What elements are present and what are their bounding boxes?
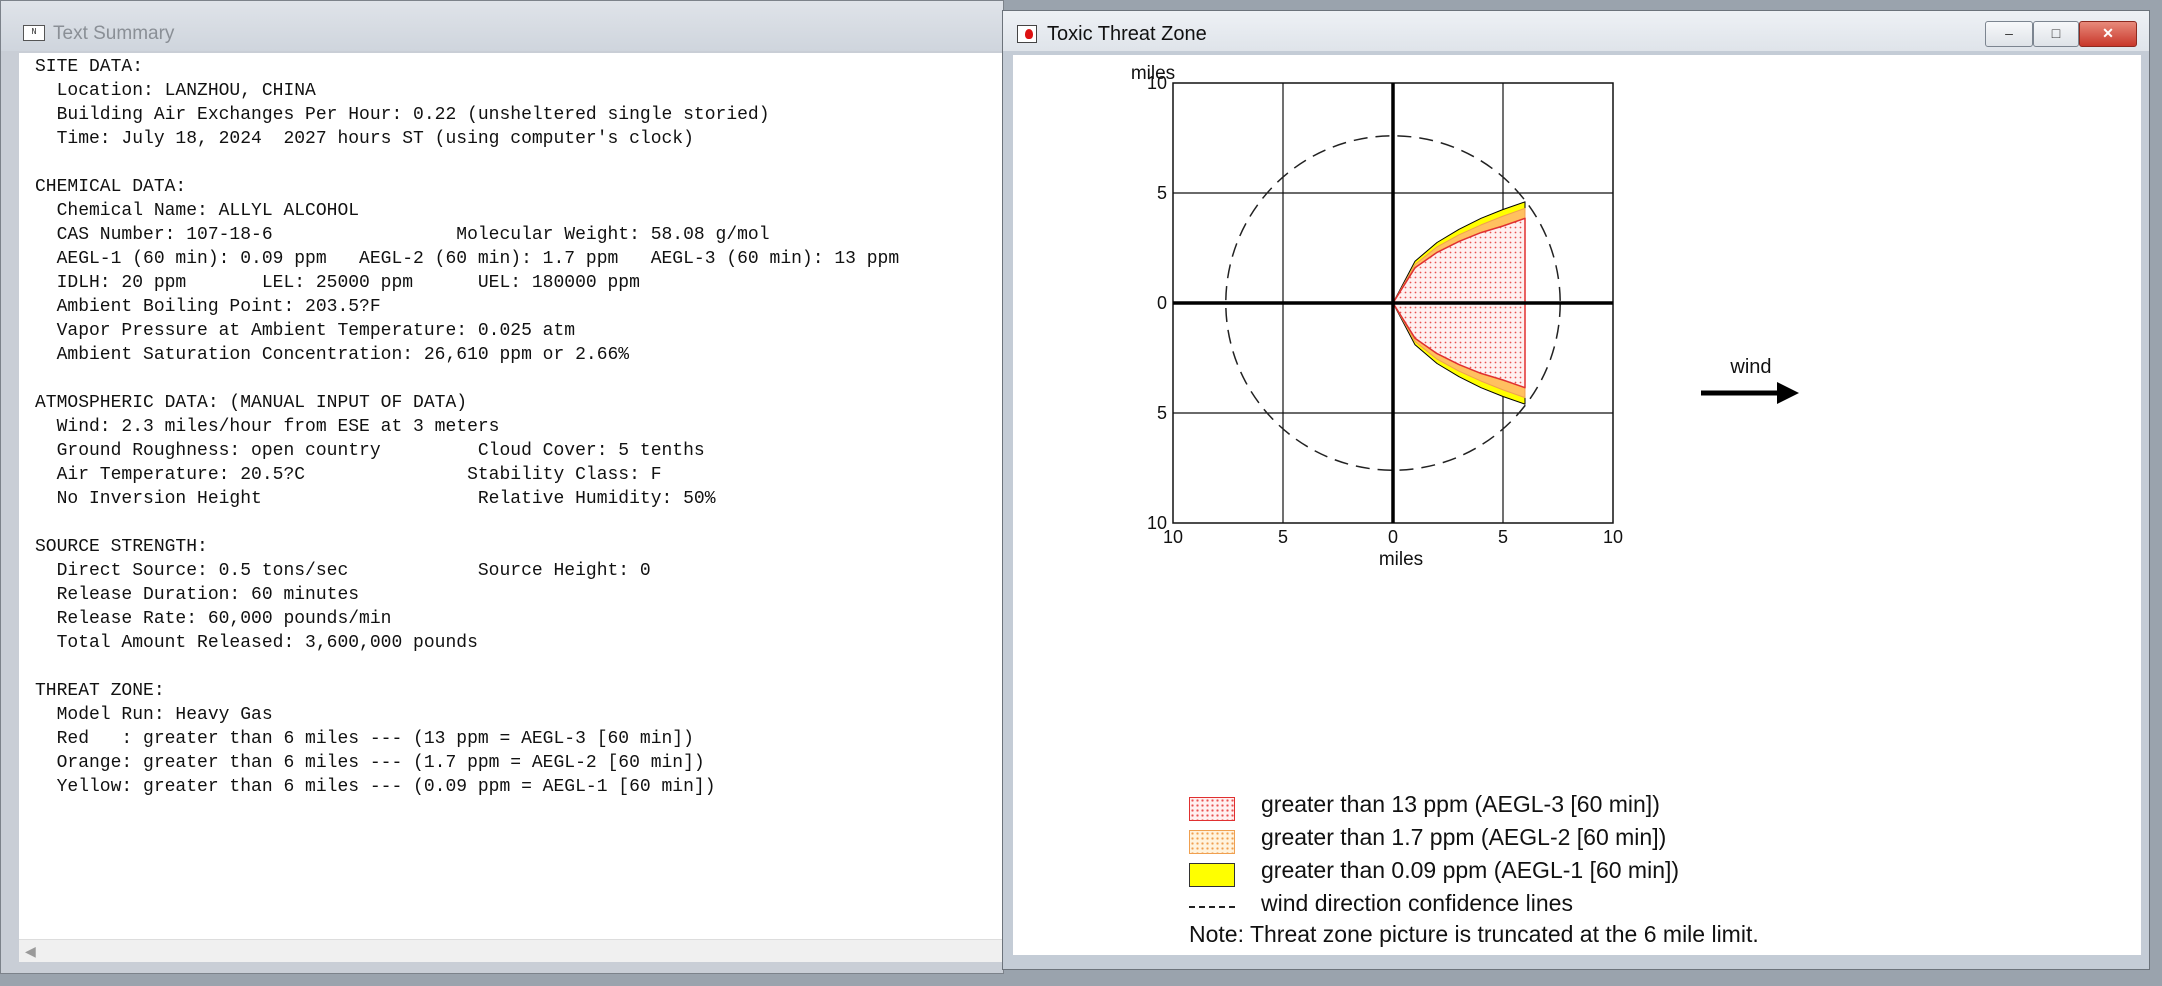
summary-line: Ground Roughness: open country Cloud Cov… [35,441,705,461]
summary-line: Location: LANZHOU, CHINA [35,81,316,101]
legend-label: greater than 0.09 ppm (AEGL-1 [60 min]) [1261,857,1680,883]
summary-line: IDLH: 20 ppm LEL: 25000 ppm UEL: 180000 … [35,273,640,293]
summary-line: Yellow: greater than 6 miles --- (0.09 p… [35,777,716,797]
summary-line: CAS Number: 107-18-6 Molecular Weight: 5… [35,225,770,245]
summary-line: SOURCE STRENGTH: [35,537,208,557]
legend-label: wind direction confidence lines [1261,890,1573,916]
legend-label: greater than 1.7 ppm (AEGL-2 [60 min]) [1261,824,1667,850]
x-axis-label: miles [1379,549,1423,570]
summary-blank-line [35,511,1005,535]
text-summary-titlebar[interactable]: N Text Summary [1,1,1003,51]
summary-blank-line [35,367,1005,391]
threat-zone-canvas: 10 10 5 5 0 0 5 5 10 10 miles miles wind greater tha… [1013,55,2141,955]
summary-line: Wind: 2.3 miles/hour from ESE at 3 meter… [35,417,500,437]
scroll-left-arrow-icon[interactable]: ◀ [25,943,36,960]
summary-line: Release Duration: 60 minutes [35,585,360,605]
x-tick-label: 10 [1603,527,1623,547]
wind-arrow-icon [1777,382,1799,404]
text-summary-window: N Text Summary SITE DATA: Location: LANZ… [0,0,1005,974]
legend-swatch-orange [1189,830,1235,854]
threat-zone-titlebar[interactable]: Toxic Threat Zone – □ ✕ [1003,11,2149,51]
summary-line: No Inversion Height Relative Humidity: 5… [35,489,716,509]
wind-label: wind [1729,356,1771,378]
horizontal-scrollbar[interactable]: ◀ [19,939,1005,962]
summary-blank-line [35,151,1005,175]
summary-line: Time: July 18, 2024 2027 hours ST (using… [35,129,694,149]
summary-line: Building Air Exchanges Per Hour: 0.22 (u… [35,105,770,125]
y-tick-label: 5 [1157,403,1167,423]
minimize-button[interactable]: – [1985,21,2033,47]
summary-line: Vapor Pressure at Ambient Temperature: 0… [35,321,576,341]
summary-line: Air Temperature: 20.5?C Stability Class:… [35,465,662,485]
summary-line: Total Amount Released: 3,600,000 pounds [35,633,478,653]
y-axis-label: miles [1131,63,1175,84]
summary-line: SITE DATA: [35,57,144,77]
summary-line: ATMOSPHERIC DATA: (MANUAL INPUT OF DATA) [35,393,468,413]
y-tick-label: 0 [1157,293,1167,313]
summary-text: SITE DATA: Location: LANZHOU, CHINA Buil… [19,53,1005,799]
summary-line: Ambient Saturation Concentration: 26,610… [35,345,630,365]
close-button[interactable]: ✕ [2079,21,2137,47]
maximize-button[interactable]: □ [2033,21,2079,47]
legend-label: greater than 13 ppm (AEGL-3 [60 min]) [1261,791,1660,817]
toxic-threat-zone-window: Toxic Threat Zone – □ ✕ 10 10 5 5 0 0 5 5 10 10 mi… [1002,10,2150,970]
x-tick-label: 0 [1388,527,1398,547]
window-app-icon: N [23,25,45,41]
window-title: Toxic Threat Zone [1047,23,1207,45]
x-tick-label: 5 [1498,527,1508,547]
summary-line: Chemical Name: ALLYL ALCOHOL [35,201,360,221]
truncation-note: Note: Threat zone picture is truncated a… [1189,921,1759,947]
threat-zone-app-icon [1017,25,1037,43]
summary-line: Model Run: Heavy Gas [35,705,273,725]
y-tick-label: 5 [1157,183,1167,203]
x-tick-label: 5 [1278,527,1288,547]
legend-swatch-dashed-line [1189,906,1235,908]
summary-line: CHEMICAL DATA: [35,177,187,197]
legend-swatch-red [1189,797,1235,821]
summary-line: Release Rate: 60,000 pounds/min [35,609,392,629]
summary-blank-line [35,655,1005,679]
summary-text-area[interactable]: SITE DATA: Location: LANZHOU, CHINA Buil… [19,53,1005,939]
legend-swatch-yellow [1189,863,1235,887]
summary-line: Direct Source: 0.5 tons/sec Source Heigh… [35,561,651,581]
summary-line: AEGL-1 (60 min): 0.09 ppm AEGL-2 (60 min… [35,249,900,269]
threat-zone-plot: 10105500551010milesmileswind [1131,63,1799,570]
summary-line: Orange: greater than 6 miles --- (1.7 pp… [35,753,705,773]
window-title: Text Summary [53,23,175,44]
summary-line: Ambient Boiling Point: 203.5?F [35,297,381,317]
summary-line: THREAT ZONE: [35,681,165,701]
summary-line: Red : greater than 6 miles --- (13 ppm =… [35,729,694,749]
y-tick-label: 10 [1147,513,1167,533]
